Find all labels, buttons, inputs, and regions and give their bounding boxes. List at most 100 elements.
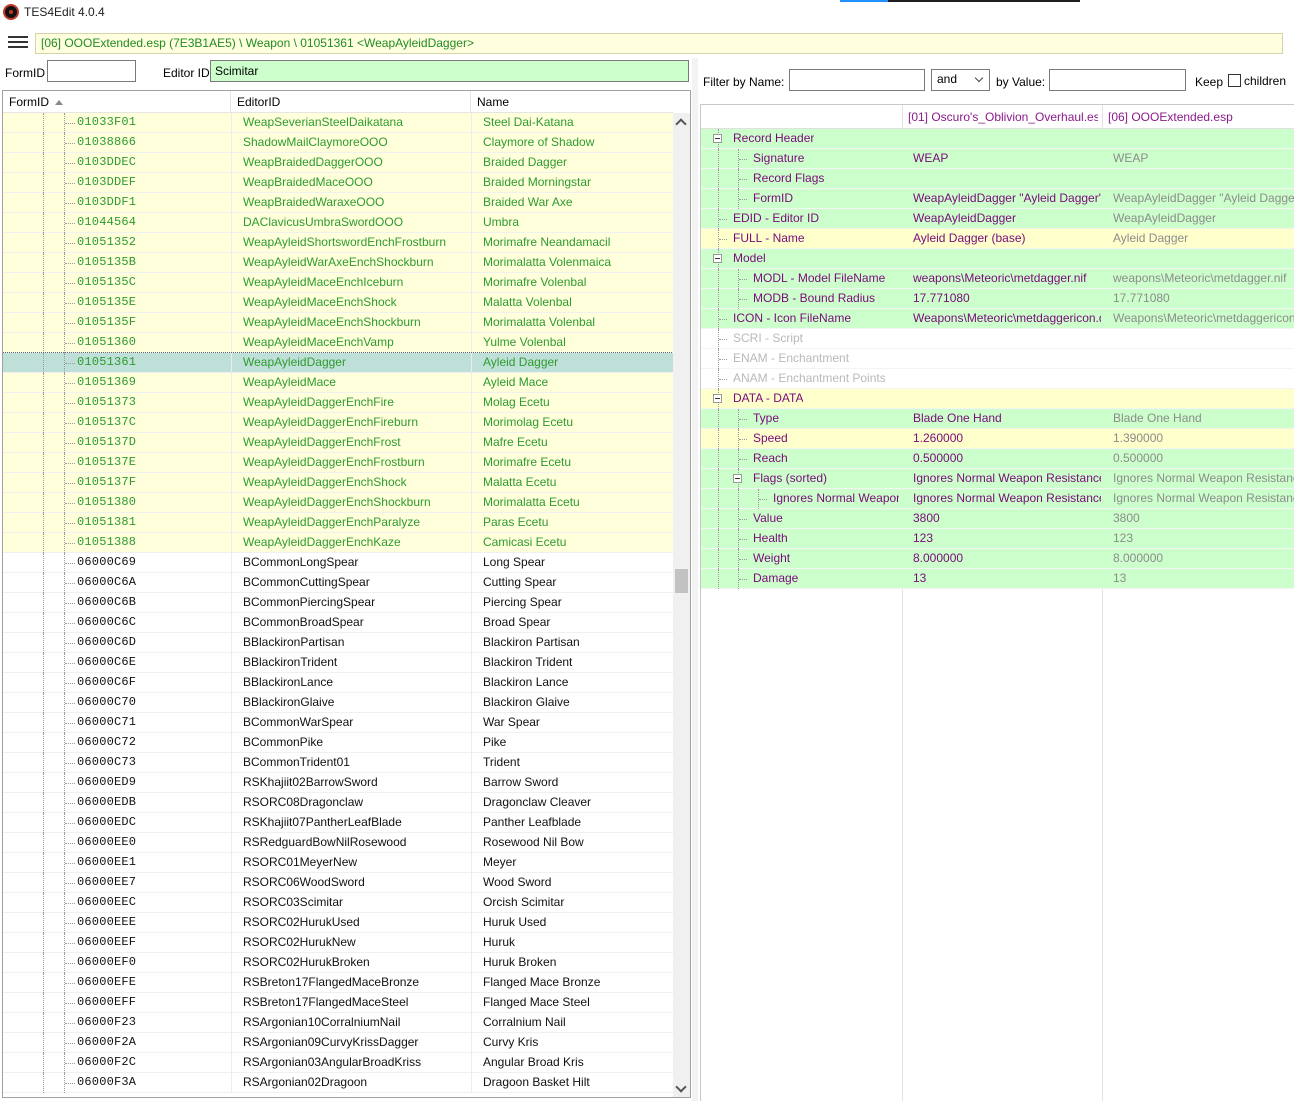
record-path[interactable]: [06] OOOExtended.esp (7E3B1AE5) \ Weapon… — [35, 33, 1283, 54]
field-value-master: Ignores Normal Weapon Resistance — [913, 491, 1101, 505]
table-row[interactable]: 0105137D WeapAyleidDaggerEnchFrost Mafre E… — [3, 433, 673, 453]
record-field-row[interactable]: Ignores Normal Weapon Resistance Ignores … — [701, 489, 1294, 509]
editorid-filter-input[interactable] — [210, 60, 689, 82]
keep-children-checkbox[interactable] — [1228, 74, 1241, 87]
scroll-thumb[interactable] — [675, 569, 688, 593]
collapse-icon[interactable] — [713, 394, 722, 403]
record-field-row[interactable]: SCRI - Script — [701, 329, 1294, 349]
record-field-row[interactable]: Model — [701, 249, 1294, 269]
table-row[interactable]: 06000EF0 RSORC02HurukBroken Huruk Broken — [3, 953, 673, 973]
table-row[interactable]: 01051373 WeapAyleidDaggerEnchFire Molag Ec… — [3, 393, 673, 413]
vertical-scrollbar[interactable] — [673, 113, 690, 1097]
column-divider — [471, 113, 472, 133]
table-row[interactable]: 06000C6A BCommonCuttingSpear Cutting Spear — [3, 573, 673, 593]
table-row[interactable]: 06000C6B BCommonPiercingSpear Piercing Spe… — [3, 593, 673, 613]
record-field-row[interactable]: DATA - DATA — [701, 389, 1294, 409]
record-field-row[interactable]: MODB - Bound Radius 17.771080 17.771080 — [701, 289, 1294, 309]
collapse-icon[interactable] — [733, 474, 742, 483]
table-row[interactable]: 0103DDEF WeapBraidedMaceOOO Braided Mornin… — [3, 173, 673, 193]
tree-connector — [65, 583, 75, 584]
table-row[interactable]: 06000F2C RSArgonian03AngularBroadKriss Ang… — [3, 1053, 673, 1073]
table-row[interactable]: 06000F3A RSArgonian02Dragoon Dragoon Baske… — [3, 1073, 673, 1093]
table-row[interactable]: 06000C6D BBlackironPartisan Blackiron Part… — [3, 633, 673, 653]
table-row[interactable]: 0105135B WeapAyleidWarAxeEnchShockburn Mor… — [3, 253, 673, 273]
record-field-row[interactable]: ANAM - Enchantment Points — [701, 369, 1294, 389]
record-field-row[interactable]: Health 123 123 — [701, 529, 1294, 549]
table-row[interactable]: 06000EE0 RSRedguardBowNilRosewood Rosewood… — [3, 833, 673, 853]
table-row[interactable]: 01051369 WeapAyleidMace Ayleid Mace — [3, 373, 673, 393]
record-field-row[interactable]: Signature WEAP WEAP — [701, 149, 1294, 169]
table-row[interactable]: 0105137F WeapAyleidDaggerEnchShock Malatta… — [3, 473, 673, 493]
record-field-row[interactable]: ENAM - Enchantment — [701, 349, 1294, 369]
record-field-row[interactable]: Weight 8.000000 8.000000 — [701, 549, 1294, 569]
table-row[interactable]: 06000ED9 RSKhajiit02BarrowSword Barrow Swo… — [3, 773, 673, 793]
column-header-editorid[interactable]: EditorID — [231, 91, 471, 113]
table-row[interactable]: 06000C72 BCommonPike Pike — [3, 733, 673, 753]
table-row[interactable]: 01051388 WeapAyleidDaggerEnchKaze Camicasi… — [3, 533, 673, 553]
table-row[interactable]: 0105135C WeapAyleidMaceEnchIceburn Morimaf… — [3, 273, 673, 293]
table-row[interactable]: 06000EEE RSORC02HurukUsed Huruk Used — [3, 913, 673, 933]
collapse-icon[interactable] — [713, 254, 722, 263]
scroll-down-icon[interactable] — [673, 1080, 690, 1097]
table-row[interactable]: 0103DDEC WeapBraidedDaggerOOO Braided Dagg… — [3, 153, 673, 173]
tree-connector — [65, 143, 75, 144]
column-header-formid[interactable]: FormID — [3, 91, 231, 113]
collapse-icon[interactable] — [713, 134, 722, 143]
record-field-row[interactable]: ICON - Icon FileName Weapons\Meteoric\met… — [701, 309, 1294, 329]
filter-name-input[interactable] — [789, 69, 925, 91]
tree-connector — [65, 123, 75, 124]
record-field-row[interactable]: Record Flags — [701, 169, 1294, 189]
table-row[interactable]: 01051352 WeapAyleidShortswordEnchFrostbur… — [3, 233, 673, 253]
column-header-name[interactable]: Name — [471, 91, 673, 113]
table-row[interactable]: 01051361 WeapAyleidDagger Ayleid Dagger — [3, 352, 673, 374]
plugin-column-header-2[interactable]: [06] OOOExtended.esp — [1108, 110, 1293, 124]
table-row[interactable]: 06000C6F BBlackironLance Blackiron Lance — [3, 673, 673, 693]
table-row[interactable]: 01051360 WeapAyleidMaceEnchVamp Yulme Vole… — [3, 333, 673, 353]
table-row[interactable]: 06000C70 BBlackironGlaive Blackiron Glaive — [3, 693, 673, 713]
table-row[interactable]: 0105135E WeapAyleidMaceEnchShock Malatta V… — [3, 293, 673, 313]
tree-connector — [65, 443, 75, 444]
table-row[interactable]: 01033F01 WeapSeverianSteelDaikatana Steel … — [3, 113, 673, 133]
record-field-row[interactable]: Flags (sorted) Ignores Normal Weapon Resi… — [701, 469, 1294, 489]
table-row[interactable]: 01038866 ShadowMailClaymoreOOO Claymore of… — [3, 133, 673, 153]
table-row[interactable]: 06000EEC RSORC03Scimitar Orcish Scimitar — [3, 893, 673, 913]
record-field-row[interactable]: EDID - Editor ID WeapAyleidDagger WeapAyle… — [701, 209, 1294, 229]
table-row[interactable]: 06000EE7 RSORC06WoodSword Wood Sword — [3, 873, 673, 893]
table-row[interactable]: 06000EFF RSBreton17FlangedMaceSteel Flange… — [3, 993, 673, 1013]
plugin-column-header-1[interactable]: [01] Oscuro's_Oblivion_Overhaul.esm — [908, 110, 1098, 124]
table-row[interactable]: 01044564 DAClavicusUmbraSwordOOO Umbra — [3, 213, 673, 233]
table-row[interactable]: 06000C71 BCommonWarSpear War Spear — [3, 713, 673, 733]
table-row[interactable]: 06000C6C BCommonBroadSpear Broad Spear — [3, 613, 673, 633]
record-field-row[interactable]: Speed 1.260000 1.390000 — [701, 429, 1294, 449]
table-row[interactable]: 06000EDC RSKhajiit07PantherLeafBlade Panth… — [3, 813, 673, 833]
table-row[interactable]: 01051381 WeapAyleidDaggerEnchParalyze Para… — [3, 513, 673, 533]
table-row[interactable]: 06000C69 BCommonLongSpear Long Spear — [3, 553, 673, 573]
table-row[interactable]: 06000EDB RSORC08Dragonclaw Dragonclaw Clea… — [3, 793, 673, 813]
table-row[interactable]: 06000EE1 RSORC01MeyerNew Meyer — [3, 853, 673, 873]
formid-filter-input[interactable] — [47, 60, 136, 82]
record-field-row[interactable]: FULL - Name Ayleid Dagger (base) Ayleid Da… — [701, 229, 1294, 249]
table-row[interactable]: 01051380 WeapAyleidDaggerEnchShockburn Mor… — [3, 493, 673, 513]
menu-icon[interactable] — [8, 36, 28, 50]
record-field-row[interactable]: Type Blade One Hand Blade One Hand — [701, 409, 1294, 429]
record-field-row[interactable]: Damage 13 13 — [701, 569, 1294, 589]
record-field-row[interactable]: FormID WeapAyleidDagger "Ayleid Dagger" [… — [701, 189, 1294, 209]
record-field-row[interactable]: MODL - Model FileName weapons\Meteoric\me… — [701, 269, 1294, 289]
filter-operator-select[interactable]: and — [931, 69, 990, 91]
table-row[interactable]: 06000F2A RSArgonian09CurvyKrissDagger Curv… — [3, 1033, 673, 1053]
table-row[interactable]: 06000C73 BCommonTrident01 Trident — [3, 753, 673, 773]
table-row[interactable]: 0105137C WeapAyleidDaggerEnchFireburn Mori… — [3, 413, 673, 433]
record-field-row[interactable]: Reach 0.500000 0.500000 — [701, 449, 1294, 469]
table-row[interactable]: 06000F23 RSArgonian10CorralniumNail Corral… — [3, 1013, 673, 1033]
table-row[interactable]: 0103DDF1 WeapBraidedWaraxeOOO Braided War … — [3, 193, 673, 213]
record-field-row[interactable]: Record Header — [701, 129, 1294, 149]
table-row[interactable]: 0105135F WeapAyleidMaceEnchShockburn Morim… — [3, 313, 673, 333]
table-row[interactable]: 06000C6E BBlackironTrident Blackiron Tride… — [3, 653, 673, 673]
record-field-row[interactable]: Value 3800 3800 — [701, 509, 1294, 529]
scroll-up-icon[interactable] — [673, 113, 690, 130]
table-row[interactable]: 06000EEF RSORC02HurukNew Huruk — [3, 933, 673, 953]
table-row[interactable]: 06000EFE RSBreton17FlangedMaceBronze Flang… — [3, 973, 673, 993]
filter-value-input[interactable] — [1049, 69, 1186, 91]
table-row[interactable]: 0105137E WeapAyleidDaggerEnchFrostburn Mor… — [3, 453, 673, 473]
tree-line — [43, 1053, 44, 1073]
